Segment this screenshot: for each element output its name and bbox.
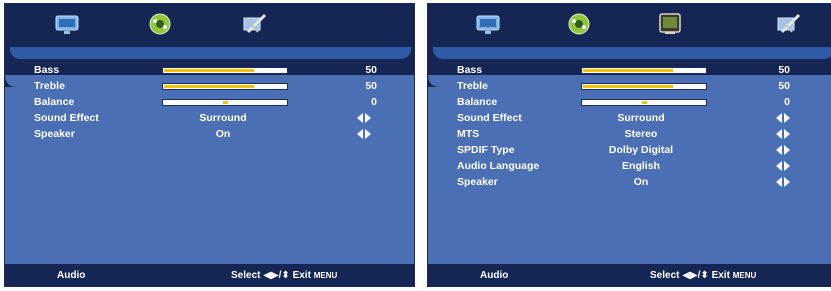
tv-picture-icon[interactable] (474, 12, 502, 36)
top-icon-bar (428, 4, 831, 47)
row-label: Balance (457, 96, 498, 108)
select-label: Select (650, 270, 680, 281)
row-option-value: Stereo (624, 128, 658, 140)
menu-title: Audio (480, 270, 509, 281)
highlight-strip (433, 47, 831, 59)
row-treble[interactable]: Treble 50 (5, 79, 414, 95)
row-value: 0 (371, 96, 377, 108)
slider-fill (164, 69, 254, 72)
row-audio-language[interactable]: Audio Language English (428, 159, 831, 175)
row-value: 0 (784, 96, 790, 108)
settings-tools-icon[interactable] (240, 12, 268, 36)
menu-key-label: MENU (313, 271, 338, 280)
row-label: Balance (34, 96, 75, 108)
audio-disc-icon[interactable] (146, 12, 174, 36)
row-sound-effect[interactable]: Sound Effect Surround (428, 111, 831, 127)
navigation-arrows-icon: ◀▶/⬍ (263, 270, 290, 281)
top-icon-bar (5, 4, 414, 47)
settings-tools-icon[interactable] (774, 12, 802, 36)
settings-list: Bass 50 Treble 50 Balance 0 Sound Effect… (5, 63, 414, 143)
row-label: Speaker (457, 176, 498, 188)
row-value: 50 (778, 80, 790, 92)
footer-hint: Select ◀▶/⬍ Exit MENU (231, 270, 337, 281)
row-label: SPDIF Type (457, 144, 515, 156)
row-label: Audio Language (457, 160, 540, 172)
row-label: Speaker (34, 128, 75, 140)
row-option-value: Surround (199, 112, 247, 124)
balance-marker (642, 101, 647, 104)
row-balance[interactable]: Balance 0 (428, 95, 831, 111)
row-mts[interactable]: MTS Stereo (428, 127, 831, 143)
footer-hint: Select ◀▶/⬍ Exit MENU (650, 270, 756, 281)
row-option-value: On (215, 128, 231, 140)
row-label: MTS (457, 128, 480, 140)
balance-slider[interactable] (581, 99, 707, 106)
exit-label: Exit (711, 270, 730, 281)
row-speaker[interactable]: Speaker On (428, 175, 831, 191)
bass-slider[interactable] (581, 67, 707, 74)
row-option-value: English (622, 160, 660, 172)
left-right-arrows-icon[interactable] (356, 113, 372, 123)
left-right-arrows-icon[interactable] (356, 129, 372, 139)
audio-disc-icon[interactable] (565, 12, 593, 36)
row-value: 50 (365, 80, 377, 92)
row-sound-effect[interactable]: Sound Effect Surround (5, 111, 414, 127)
row-treble[interactable]: Treble 50 (428, 79, 831, 95)
treble-slider[interactable] (162, 83, 288, 90)
left-audio-menu: Bass 50 Treble 50 Balance 0 Sound Effect… (4, 3, 415, 287)
tv-picture-icon[interactable] (53, 12, 81, 36)
menu-title: Audio (57, 270, 86, 281)
row-label: Treble (34, 80, 65, 92)
left-right-arrows-icon[interactable] (775, 113, 791, 123)
row-label: Treble (457, 80, 488, 92)
bottom-hint-bar: Audio Select ◀▶/⬍ Exit MENU (428, 264, 831, 286)
left-right-arrows-icon[interactable] (775, 161, 791, 171)
row-value: 50 (778, 64, 790, 76)
row-balance[interactable]: Balance 0 (5, 95, 414, 111)
row-label: Sound Effect (34, 112, 99, 124)
row-option-value: Surround (617, 112, 665, 124)
navigation-arrows-icon: ◀▶/⬍ (682, 270, 709, 281)
exit-label: Exit (292, 270, 311, 281)
left-right-arrows-icon[interactable] (775, 177, 791, 187)
slider-fill (583, 85, 673, 88)
menu-key-label: MENU (732, 271, 757, 280)
row-spdif-type[interactable]: SPDIF Type Dolby Digital (428, 143, 831, 159)
balance-slider[interactable] (162, 99, 288, 106)
monitor-icon[interactable] (656, 12, 684, 36)
balance-marker (223, 101, 228, 104)
row-speaker[interactable]: Speaker On (5, 127, 414, 143)
left-right-arrows-icon[interactable] (775, 129, 791, 139)
row-option-value: On (633, 176, 649, 188)
slider-fill (164, 85, 254, 88)
settings-list: Bass 50 Treble 50 Balance 0 Sound Effect… (428, 63, 831, 191)
row-label: Bass (34, 64, 60, 76)
row-option-value: Dolby Digital (608, 144, 674, 156)
right-audio-menu: Bass 50 Treble 50 Balance 0 Sound Effect… (427, 3, 831, 287)
row-label: Bass (457, 64, 483, 76)
select-label: Select (231, 270, 261, 281)
row-bass[interactable]: Bass 50 (5, 63, 414, 79)
row-label: Sound Effect (457, 112, 522, 124)
left-right-arrows-icon[interactable] (775, 145, 791, 155)
row-value: 50 (365, 64, 377, 76)
highlight-strip (10, 47, 411, 59)
bottom-hint-bar: Audio Select ◀▶/⬍ Exit MENU (5, 264, 414, 286)
bass-slider[interactable] (162, 67, 288, 74)
treble-slider[interactable] (581, 83, 707, 90)
slider-fill (583, 69, 673, 72)
row-bass[interactable]: Bass 50 (428, 63, 831, 79)
